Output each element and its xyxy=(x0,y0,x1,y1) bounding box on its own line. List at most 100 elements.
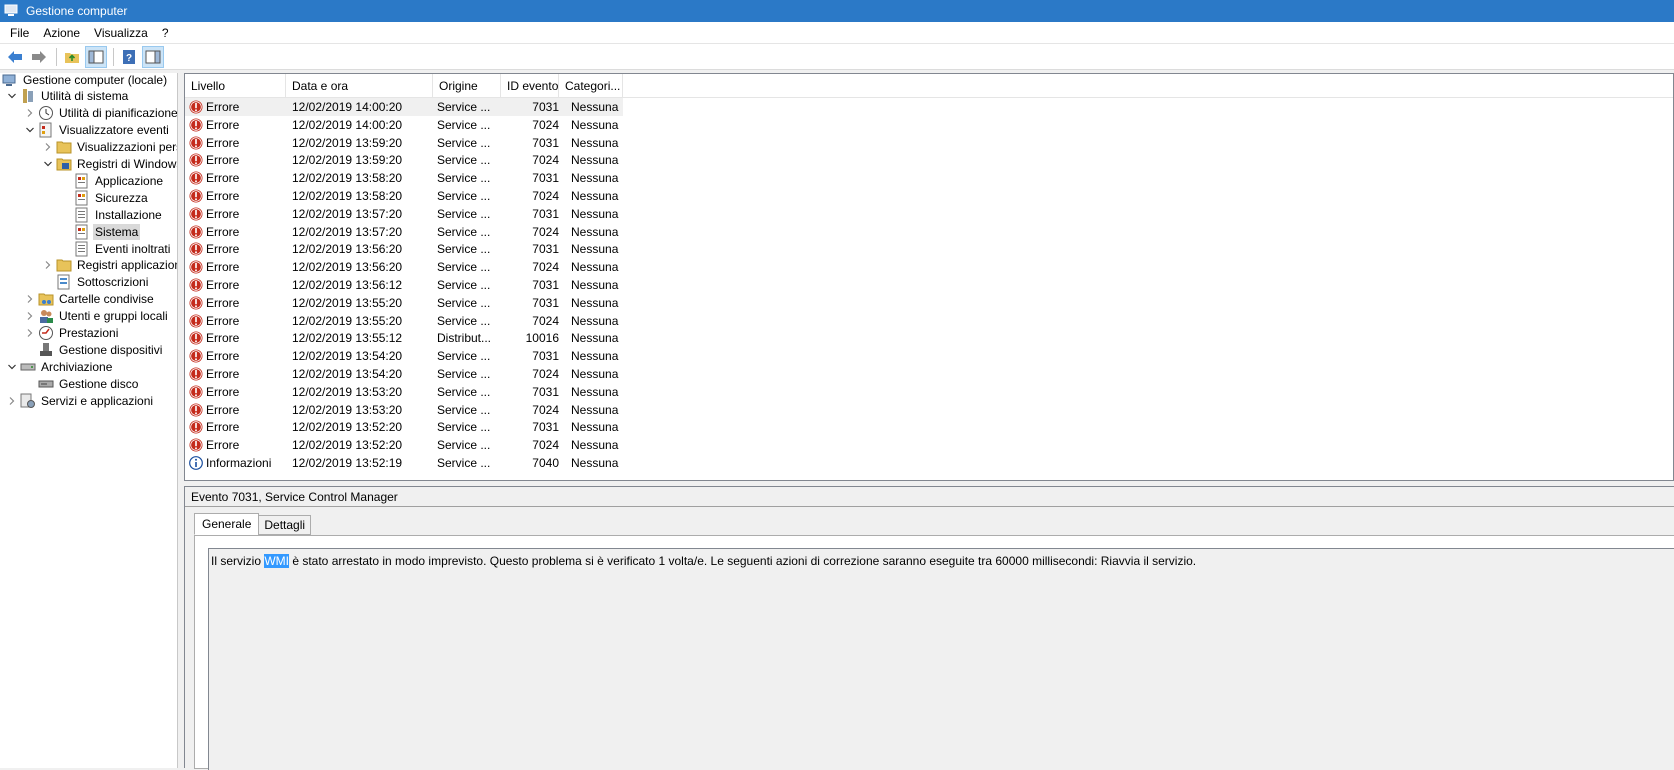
table-row[interactable]: Errore 12/02/2019 13:52:20 Service ... 7024… xyxy=(185,436,623,454)
chevron-down-icon[interactable] xyxy=(43,159,53,169)
tree-expander[interactable] xyxy=(6,361,18,373)
show-hide-tree-button[interactable] xyxy=(85,45,107,68)
chevron-right-icon[interactable] xyxy=(25,294,35,304)
table-row[interactable]: Errore 12/02/2019 13:53:20 Service ... 7031… xyxy=(185,383,623,401)
back-button[interactable] xyxy=(4,46,26,68)
table-row[interactable]: Errore 12/02/2019 13:55:20 Service ... 7031… xyxy=(185,294,623,312)
tab-page-generale: Il servizio WMI è stato arrestato in mod… xyxy=(194,535,1674,770)
tree-item[interactable]: Servizi e applicazioni xyxy=(6,392,155,409)
chevron-right-icon[interactable] xyxy=(25,108,35,118)
table-row[interactable]: Errore 12/02/2019 13:56:20 Service ... 7024… xyxy=(185,258,623,276)
level-text: Errore xyxy=(206,100,240,114)
event-description[interactable]: Il servizio WMI è stato arrestato in mod… xyxy=(211,554,1196,568)
level-text: Errore xyxy=(206,153,240,168)
menu-azione[interactable]: Azione xyxy=(36,24,87,42)
tree-expander[interactable] xyxy=(24,107,36,119)
menu-help[interactable]: ? xyxy=(155,24,176,42)
column-header-livello[interactable]: Livello xyxy=(185,74,286,98)
table-row[interactable]: Errore 12/02/2019 14:00:20 Service ... 7031… xyxy=(185,98,623,116)
tree-item[interactable]: Registri di Windows xyxy=(42,156,177,173)
chevron-right-icon[interactable] xyxy=(43,260,53,270)
cell-source: Service ... xyxy=(437,206,491,221)
table-row[interactable]: Errore 12/02/2019 13:58:20 Service ... 7024… xyxy=(185,187,623,205)
tree-item[interactable]: Sottoscrizioni xyxy=(56,274,150,291)
menu-file[interactable]: File xyxy=(3,24,36,42)
tree-item[interactable]: Applicazione xyxy=(74,172,165,189)
tree-item[interactable]: Cartelle condivise xyxy=(24,291,156,308)
action-pane-button[interactable] xyxy=(142,45,164,68)
navigation-tree: Gestione computer (locale) Utilità di sis… xyxy=(0,73,178,768)
tree-item[interactable]: Gestione computer (locale) xyxy=(2,73,169,88)
action-pane-icon xyxy=(145,50,161,63)
tab-generale[interactable]: Generale xyxy=(194,513,260,535)
description-text-after: è stato arrestato in modo imprevisto. Qu… xyxy=(289,554,1197,568)
column-header-data[interactable]: Data e ora xyxy=(286,74,433,98)
level-text: Errore xyxy=(206,438,240,453)
tab-dettagli[interactable]: Dettagli xyxy=(258,515,312,535)
help-button[interactable]: ? xyxy=(118,46,140,68)
up-folder-button[interactable] xyxy=(61,46,83,68)
tree-item[interactable]: Gestione disco xyxy=(38,375,140,392)
column-header-origine[interactable]: Origine xyxy=(433,74,501,98)
tree-item[interactable]: Archiviazione xyxy=(6,358,114,375)
disk-icon xyxy=(38,380,54,388)
chevron-right-icon[interactable] xyxy=(25,328,35,338)
tree-item[interactable]: Utilità di sistema xyxy=(6,88,130,105)
chevron-right-icon[interactable] xyxy=(43,142,53,152)
tree-expander[interactable] xyxy=(42,141,54,153)
tree-item[interactable]: Registri applicazioni xyxy=(42,257,177,274)
table-row[interactable]: Errore 12/02/2019 13:55:20 Service ... 7024… xyxy=(185,312,623,330)
table-row[interactable]: Errore 12/02/2019 13:54:20 Service ... 7031… xyxy=(185,347,623,365)
tree-expander[interactable] xyxy=(42,158,54,170)
table-row[interactable]: Errore 12/02/2019 13:57:20 Service ... 7024… xyxy=(185,223,623,241)
tree-item[interactable]: Utilità di pianificazione xyxy=(24,105,177,122)
table-row[interactable]: Errore 12/02/2019 13:56:12 Service ... 7031… xyxy=(185,276,623,294)
tree-expander[interactable] xyxy=(24,310,36,322)
tree-expander[interactable] xyxy=(24,327,36,339)
tree-expander[interactable] xyxy=(6,90,18,102)
table-row[interactable]: Errore 12/02/2019 13:59:20 Service ... 7031… xyxy=(185,134,623,152)
event-viewer-icon xyxy=(39,122,52,138)
table-row[interactable]: Errore 12/02/2019 13:57:20 Service ... 7031… xyxy=(185,205,623,223)
table-row[interactable]: Errore 12/02/2019 13:53:20 Service ... 7024… xyxy=(185,401,623,419)
tree-item[interactable]: Eventi inoltrati xyxy=(74,240,172,257)
menu-visualizza[interactable]: Visualizza xyxy=(87,24,155,42)
cell-date: 12/02/2019 13:58:20 xyxy=(292,171,403,186)
column-header-id-evento[interactable]: ID evento xyxy=(501,74,559,98)
cell-source: Service ... xyxy=(437,349,491,364)
table-row[interactable]: Errore 12/02/2019 13:58:20 Service ... 7031… xyxy=(185,169,623,187)
tree-item[interactable]: Gestione dispositivi xyxy=(38,341,164,358)
tree-item[interactable]: Utenti e gruppi locali xyxy=(24,308,170,325)
forward-button[interactable] xyxy=(28,46,50,68)
error-icon xyxy=(189,349,203,363)
tree-expander[interactable] xyxy=(24,293,36,305)
table-row[interactable]: Errore 12/02/2019 13:54:20 Service ... 7024… xyxy=(185,365,623,383)
table-row[interactable]: Errore 12/02/2019 13:52:20 Service ... 7031… xyxy=(185,418,623,436)
tree-expander[interactable] xyxy=(24,124,36,136)
tree-item[interactable]: Sicurezza xyxy=(74,189,150,206)
tree-item[interactable]: Sistema xyxy=(74,223,141,240)
tree-expander[interactable] xyxy=(42,259,54,271)
table-row[interactable]: Errore 12/02/2019 14:00:20 Service ... 7024… xyxy=(185,116,623,134)
table-row[interactable]: Errore 12/02/2019 13:59:20 Service ... 7024… xyxy=(185,151,623,169)
cell-date: 12/02/2019 13:59:20 xyxy=(292,135,403,150)
chevron-right-icon[interactable] xyxy=(25,311,35,321)
cell-event-id: 7031 xyxy=(532,295,559,310)
chevron-right-icon[interactable] xyxy=(7,396,17,406)
column-header-categoria[interactable]: Categori... xyxy=(559,74,623,98)
chevron-down-icon[interactable] xyxy=(7,91,17,101)
tree-item[interactable]: Prestazioni xyxy=(24,325,120,342)
chevron-down-icon[interactable] xyxy=(7,362,17,372)
tree-expander[interactable] xyxy=(6,395,18,407)
table-row[interactable]: Errore 12/02/2019 13:56:20 Service ... 7031… xyxy=(185,240,623,258)
system-tools-icon xyxy=(23,89,33,104)
tree-item[interactable]: Visualizzazioni personalizzate xyxy=(42,139,177,156)
event-description-box[interactable]: Il servizio WMI è stato arrestato in mod… xyxy=(208,548,1674,770)
table-row[interactable]: Errore 12/02/2019 13:55:12 Distribut... 100… xyxy=(185,329,623,347)
cell-event-id: 7024 xyxy=(532,189,559,203)
chevron-down-icon[interactable] xyxy=(25,125,35,135)
level-text: Errore xyxy=(206,349,240,364)
table-row[interactable]: Informazioni 12/02/2019 13:52:19 Service .… xyxy=(185,454,623,472)
tree-item[interactable]: Visualizzatore eventi xyxy=(24,122,171,139)
tree-item[interactable]: Installazione xyxy=(74,206,164,223)
